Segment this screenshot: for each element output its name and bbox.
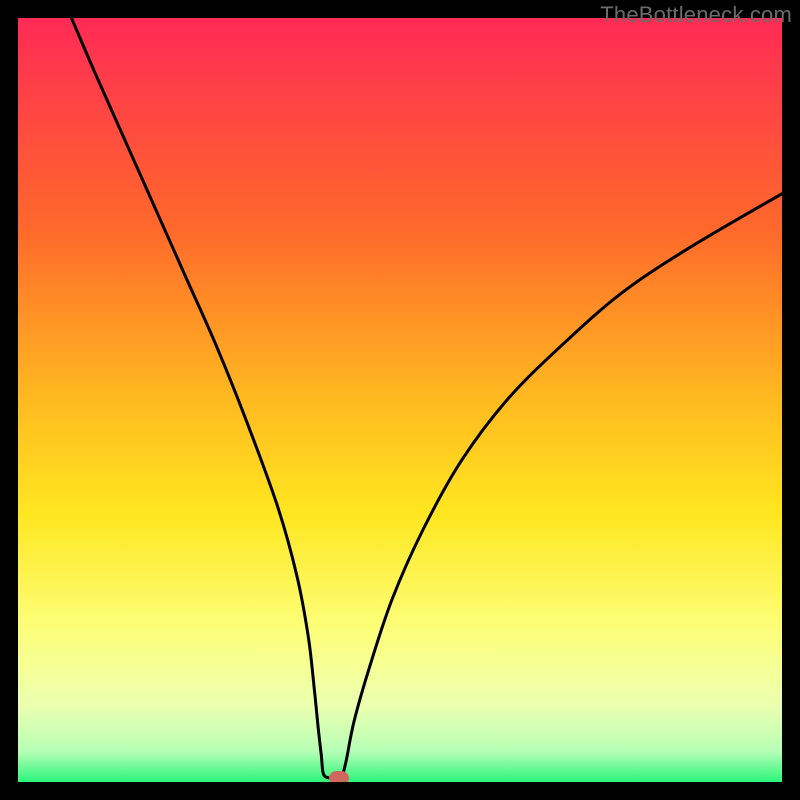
watermark-text: TheBottleneck.com (600, 2, 792, 28)
gradient-background (18, 18, 782, 782)
chart-frame: TheBottleneck.com (0, 0, 800, 800)
chart-canvas (18, 18, 782, 782)
plot-area (18, 18, 782, 782)
bottleneck-minimum-marker (329, 771, 349, 782)
